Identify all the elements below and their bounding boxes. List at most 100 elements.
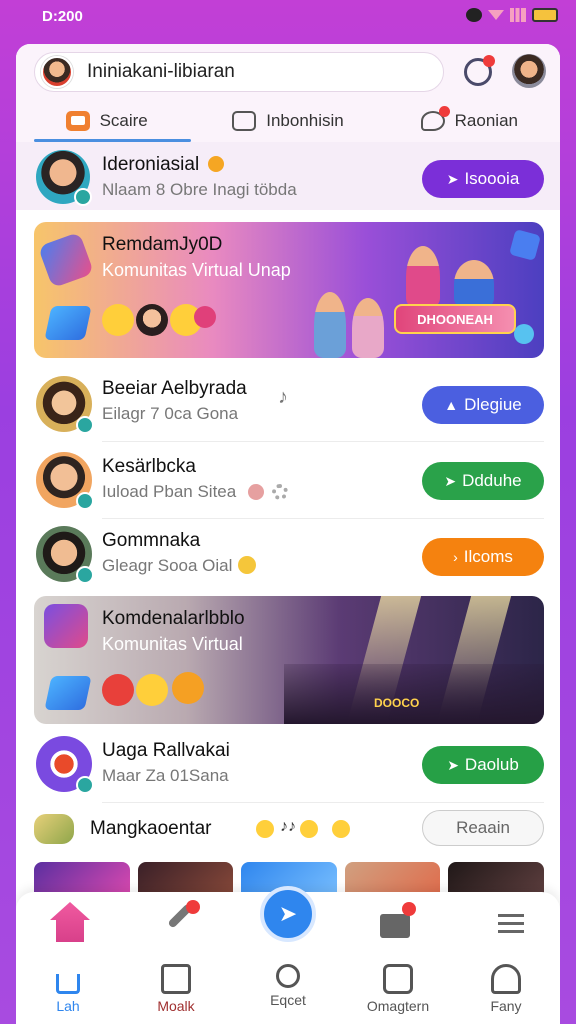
status-time: D:200 (42, 8, 83, 25)
signal-icon (510, 8, 526, 22)
tab-label: Scaire (99, 111, 148, 130)
banner-title: RemdamJy0D (102, 234, 223, 255)
gift-icon[interactable] (376, 902, 416, 942)
person-illustration (406, 246, 440, 308)
avatar (36, 452, 94, 510)
music-note-icon: ♪ (278, 386, 288, 408)
heart-icon (194, 306, 216, 328)
avatar (36, 736, 94, 794)
app-grid-icon (44, 604, 88, 648)
status-bar: D:200 (0, 0, 576, 34)
row-subtitle: Iuload Pban Sitea (102, 482, 237, 501)
rocket-icon[interactable] (160, 900, 200, 942)
search-bar[interactable]: Ininiakani-libiaran (34, 52, 444, 92)
list-item[interactable]: Mangkaoentar ♪♪ Reaain (34, 806, 544, 852)
nav-item-lah[interactable]: Lah (28, 964, 108, 1014)
main-card: Ininiakani-libiaran Scaire Inbonhisin Ra… (16, 44, 560, 1024)
row-title: Ideroniasial (102, 154, 200, 175)
avatar (36, 150, 92, 206)
game-icon (37, 231, 95, 289)
row-subtitle: Gleagr Sooa Oial (102, 556, 233, 575)
online-badge (76, 776, 94, 794)
user-avatar[interactable] (41, 56, 73, 88)
avatar (36, 376, 94, 434)
tab-scaire[interactable]: Scaire (16, 100, 197, 142)
list-item[interactable]: Ideroniasial Nlaam 8 Obre Inagi töbda ➤ … (16, 142, 560, 210)
menu-icon[interactable] (494, 902, 534, 942)
search-icon (276, 964, 300, 988)
row-action-button[interactable]: ▲ Dlegiue (422, 386, 544, 424)
profile-avatar-button[interactable] (512, 54, 546, 88)
grid-icon (383, 964, 413, 994)
arrow-icon: ➤ (447, 756, 459, 773)
row-title: Uaga Rallvakai (102, 740, 230, 761)
row-action-button[interactable]: ➤ Isoooia (422, 160, 544, 198)
chat-icon (65, 111, 90, 131)
row-action-button[interactable]: Reaain (422, 810, 544, 846)
notification-icon (466, 8, 482, 22)
banner-subtitle: Komunitas Virtual Unap (102, 260, 291, 280)
message-icon (232, 111, 257, 131)
divider (102, 518, 544, 519)
music-note-icon: ♪♪ (280, 818, 296, 835)
row-action-button[interactable]: ➤ Ddduhe (422, 462, 544, 500)
row-title: Mangkaoentar (90, 818, 212, 839)
battery-icon (532, 8, 558, 22)
status-icons (466, 8, 558, 22)
music-icon (102, 674, 134, 706)
nav-item-omagtern[interactable]: Omagtern (358, 964, 438, 1014)
list-item[interactable]: Kesärlbcka Iuload Pban Sitea ➤ Ddduhe (16, 446, 560, 516)
nav-item-moalk[interactable]: Moalk (136, 964, 216, 1014)
button-label: Ilcoms (463, 547, 513, 566)
row-subtitle: Eilagr 7 0ca Gona (102, 404, 239, 423)
button-label: Daolub (464, 755, 519, 774)
person-illustration (352, 298, 384, 358)
list-item[interactable]: Uaga Rallvakai Maar Za 01Sana ➤ Daolub (16, 730, 560, 800)
person-illustration (454, 260, 494, 308)
nav-label: Fany (490, 998, 522, 1014)
music-icon (102, 304, 134, 336)
compose-button[interactable]: ➤ (260, 886, 316, 942)
camera-icon (34, 814, 74, 844)
row-title: Beeiar Aelbyrada (102, 378, 247, 399)
list-item[interactable]: Beeiar Aelbyrada Eilagr 7 0ca Gona ♪ ▲ D… (16, 370, 560, 440)
chevron-right-icon: › (453, 549, 458, 565)
online-badge (76, 492, 94, 510)
avatar (136, 304, 168, 336)
emoji-icon (332, 820, 350, 838)
button-label: Dlegiue (464, 395, 522, 414)
tab-raonian[interactable]: Raonian (379, 100, 560, 142)
notification-button[interactable] (464, 55, 495, 86)
banner-title: Komdenalarlbblo (102, 608, 245, 629)
row-subtitle: Maar Za 01Sana (102, 766, 229, 785)
banner-sign: DOOCO (374, 696, 420, 710)
button-label: Ddduhe (462, 471, 522, 490)
speech-bubble-icon (420, 106, 450, 131)
flower-icon (248, 484, 264, 500)
arrow-icon: ➤ (444, 472, 457, 489)
person-illustration (314, 292, 346, 358)
banner-sign: DHOONEAH (394, 304, 516, 334)
banner-subtitle: Komunitas Virtual (102, 634, 243, 654)
row-action-button[interactable]: ➤ Daolub (422, 746, 544, 784)
divider (102, 441, 544, 442)
notification-badge (483, 55, 495, 67)
community-banner[interactable]: Komdenalarlbblo Komunitas Virtual DOOCO (34, 596, 544, 724)
list-item[interactable]: Gommnaka Gleagr Sooa Oial › Ilcoms (16, 522, 560, 592)
nav-item-fany[interactable]: Fany (466, 964, 546, 1014)
profile-icon (491, 964, 521, 994)
online-badge (74, 188, 92, 206)
row-title: Kesärlbcka (102, 456, 196, 477)
tab-inbonhisin[interactable]: Inbonhisin (197, 100, 378, 142)
row-action-button[interactable]: › Ilcoms (422, 538, 544, 576)
gear-icon (272, 484, 288, 500)
emoji-icon (136, 674, 168, 706)
send-icon: ➤ (278, 901, 298, 926)
community-banner[interactable]: RemdamJy0D Komunitas Virtual Unap DHOONE… (34, 222, 544, 358)
chart-icon (161, 964, 191, 994)
send-icon (44, 676, 92, 710)
wifi-icon (488, 10, 504, 20)
home-icon[interactable] (50, 902, 90, 942)
sun-icon (238, 556, 256, 574)
nav-item-eqcet[interactable]: Eqcet (248, 964, 328, 1008)
